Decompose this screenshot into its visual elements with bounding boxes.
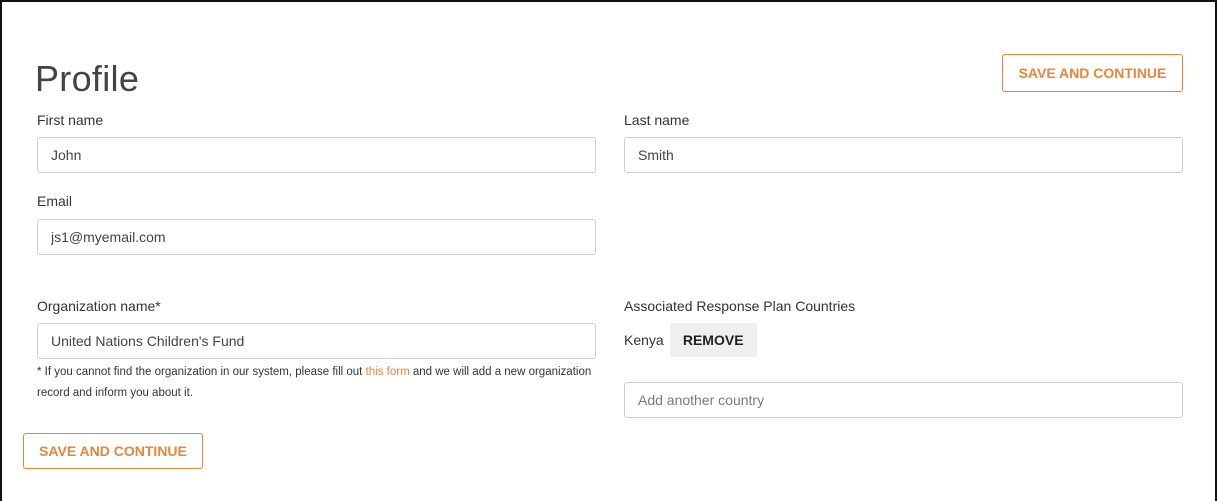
country-name: Kenya bbox=[624, 332, 664, 348]
profile-panel: Profile SAVE AND CONTINUE First name Las… bbox=[0, 0, 1217, 501]
remove-country-button[interactable]: REMOVE bbox=[669, 323, 757, 357]
this-form-link[interactable]: this form bbox=[366, 366, 410, 378]
email-label: Email bbox=[37, 193, 73, 209]
first-name-label: First name bbox=[37, 112, 104, 128]
help-text-before: * If you cannot find the organization in… bbox=[37, 366, 366, 378]
first-name-input[interactable] bbox=[37, 137, 596, 173]
last-name-input[interactable] bbox=[624, 137, 1183, 173]
countries-label: Associated Response Plan Countries bbox=[624, 298, 856, 314]
email-input[interactable] bbox=[37, 219, 596, 255]
organization-input[interactable] bbox=[37, 323, 596, 359]
organization-label: Organization name* bbox=[37, 298, 161, 314]
page-title: Profile bbox=[35, 58, 140, 99]
last-name-label: Last name bbox=[624, 112, 690, 128]
save-and-continue-button-top[interactable]: SAVE AND CONTINUE bbox=[1002, 54, 1183, 92]
country-tag-kenya: Kenya REMOVE bbox=[624, 323, 757, 357]
organization-help-text: * If you cannot find the organization in… bbox=[37, 362, 597, 404]
save-and-continue-button-bottom[interactable]: SAVE AND CONTINUE bbox=[23, 433, 203, 469]
add-country-input[interactable] bbox=[624, 382, 1183, 418]
